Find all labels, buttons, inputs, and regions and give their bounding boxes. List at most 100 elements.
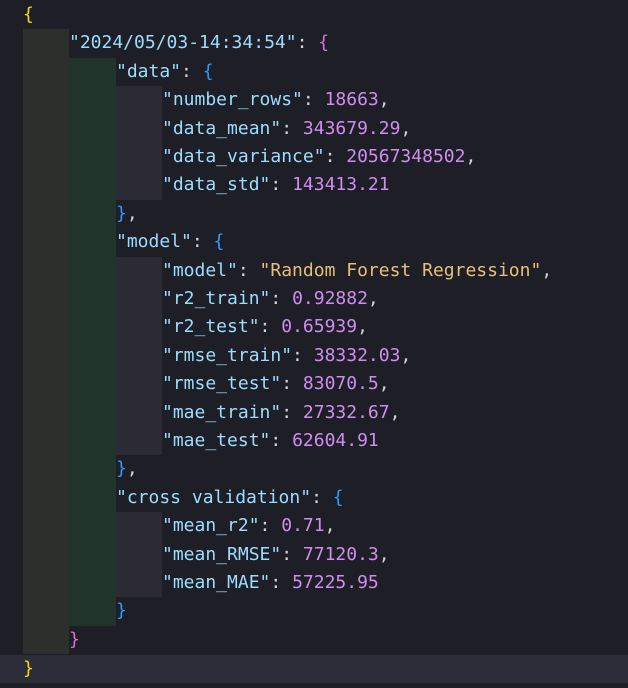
number-rows-entry: "number_rows": 18663, — [162, 89, 390, 111]
rmse-test-key: "rmse_test" — [162, 373, 282, 395]
indent-guide — [69, 57, 116, 87]
rmse-train-entry: "rmse_train": 38332.03, — [162, 344, 412, 366]
code-line: "model": "Random Forest Regression", — [0, 256, 628, 285]
cross-validation-section: "cross validation": { — [116, 486, 344, 508]
open-brace: { — [23, 4, 34, 25]
code-line: "rmse_test": 83070.5, — [0, 370, 628, 399]
indent-guide — [69, 370, 116, 399]
run-entry: "2024/05/03-14:34:54": { — [69, 32, 330, 54]
indent-guide — [23, 597, 69, 626]
indent-guide — [23, 171, 69, 200]
indent-guide — [69, 199, 116, 229]
r2-train-value: 0.92882 — [292, 288, 368, 309]
indent-guide — [23, 427, 69, 456]
code-line: "mae_train": 27332.67, — [0, 398, 628, 427]
indent-guide — [116, 398, 162, 427]
mean-rmse-key: "mean_RMSE" — [162, 543, 282, 565]
indent-guide — [116, 313, 162, 342]
cross-validation-key: "cross validation" — [116, 486, 312, 508]
close-brace: } — [23, 658, 34, 679]
code-line: "2024/05/03-14:34:54": { — [0, 29, 628, 58]
indent-guide — [116, 86, 162, 115]
data-mean-value: 343679.29 — [302, 117, 401, 139]
code-line: "data": { — [0, 57, 628, 87]
code-line: "mae_test": 62604.91 — [0, 427, 628, 456]
r2-train-entry: "r2_train": 0.92882, — [162, 288, 379, 309]
data-variance-key: "data_variance" — [162, 146, 325, 167]
indent-guide — [116, 114, 162, 143]
data-variance-value: 20567348502 — [346, 146, 466, 167]
indent-guide — [23, 228, 69, 257]
data-variance-entry: "data_variance": 20567348502, — [162, 146, 477, 167]
r2-test-value: 0.65939 — [281, 316, 358, 338]
model-close: }, — [116, 458, 138, 480]
code-line: "r2_train": 0.92882, — [0, 285, 628, 314]
mean-mae-value: 57225.95 — [292, 572, 379, 593]
indent-guide — [69, 114, 116, 143]
number-rows-key: "number_rows" — [162, 89, 303, 111]
indent-guide — [23, 455, 69, 484]
mae-test-key: "mae_test" — [162, 430, 271, 451]
indent-guide — [116, 171, 162, 200]
mae-train-value: 27332.67 — [302, 401, 390, 423]
indent-guide — [69, 228, 116, 257]
indent-guide — [69, 86, 116, 115]
model-section-key: "model" — [116, 231, 192, 253]
mean-rmse-value: 77120.3 — [302, 543, 379, 565]
code-line: "rmse_train": 38332.03, — [0, 341, 628, 371]
mean-mae-entry: "mean_MAE": 57225.95 — [162, 572, 379, 593]
indent-guide — [116, 256, 162, 285]
mae-test-value: 62604.91 — [292, 430, 379, 451]
indent-guide — [23, 540, 69, 569]
mean-rmse-entry: "mean_RMSE": 77120.3, — [162, 543, 390, 565]
current-line[interactable]: } — [0, 655, 628, 684]
mean-mae-key: "mean_MAE" — [162, 572, 271, 593]
indent-guide — [69, 341, 116, 371]
indent-guide — [23, 625, 69, 655]
data-mean-entry: "data_mean": 343679.29, — [162, 117, 412, 139]
mae-train-entry: "mae_train": 27332.67, — [162, 401, 401, 423]
model-section: "model": { — [116, 231, 225, 253]
indent-guide — [23, 341, 69, 371]
mean-r2-value: 0.71 — [281, 515, 325, 537]
indent-guide — [116, 512, 162, 541]
indent-guide — [69, 597, 116, 626]
indent-guide — [69, 427, 116, 456]
indent-guide — [23, 114, 69, 143]
code-line: }, — [0, 199, 628, 229]
data-close: }, — [116, 202, 138, 224]
code-line: "data_mean": 343679.29, — [0, 114, 628, 143]
indent-guide — [69, 256, 116, 285]
run-close: } — [69, 628, 80, 650]
indent-guide — [69, 143, 116, 172]
mae-train-key: "mae_train" — [162, 401, 282, 423]
code-line: "cross validation": { — [0, 483, 628, 513]
data-mean-key: "data_mean" — [162, 117, 282, 139]
code-editor[interactable]: { "2024/05/03-14:34:54": { "data": { "nu… — [0, 0, 628, 688]
indent-guide — [116, 341, 162, 371]
number-rows-value: 18663 — [324, 89, 379, 111]
r2-train-key: "r2_train" — [162, 288, 271, 309]
data-section: "data": { — [116, 60, 214, 82]
code-line: { — [0, 1, 628, 29]
mean-r2-key: "mean_r2" — [162, 515, 260, 537]
r2-test-entry: "r2_test": 0.65939, — [162, 316, 368, 338]
indent-guide — [23, 313, 69, 342]
indent-guide — [116, 540, 162, 569]
indent-guide — [23, 199, 69, 229]
rmse-test-entry: "rmse_test": 83070.5, — [162, 373, 390, 395]
indent-guide — [69, 512, 116, 541]
run-key: "2024/05/03-14:34:54" — [69, 32, 297, 54]
rmse-test-value: 83070.5 — [302, 373, 379, 395]
indent-guide — [23, 256, 69, 285]
code-line: "model": { — [0, 228, 628, 257]
mae-test-entry: "mae_test": 62604.91 — [162, 430, 379, 451]
data-std-value: 143413.21 — [292, 174, 390, 196]
code-line: "number_rows": 18663, — [0, 86, 628, 115]
code-line: } — [0, 597, 628, 626]
indent-guide — [69, 285, 116, 314]
data-key: "data" — [116, 60, 182, 82]
data-std-key: "data_std" — [162, 174, 271, 196]
indent-guide — [23, 86, 69, 115]
model-name-entry: "model": "Random Forest Regression", — [162, 259, 553, 281]
